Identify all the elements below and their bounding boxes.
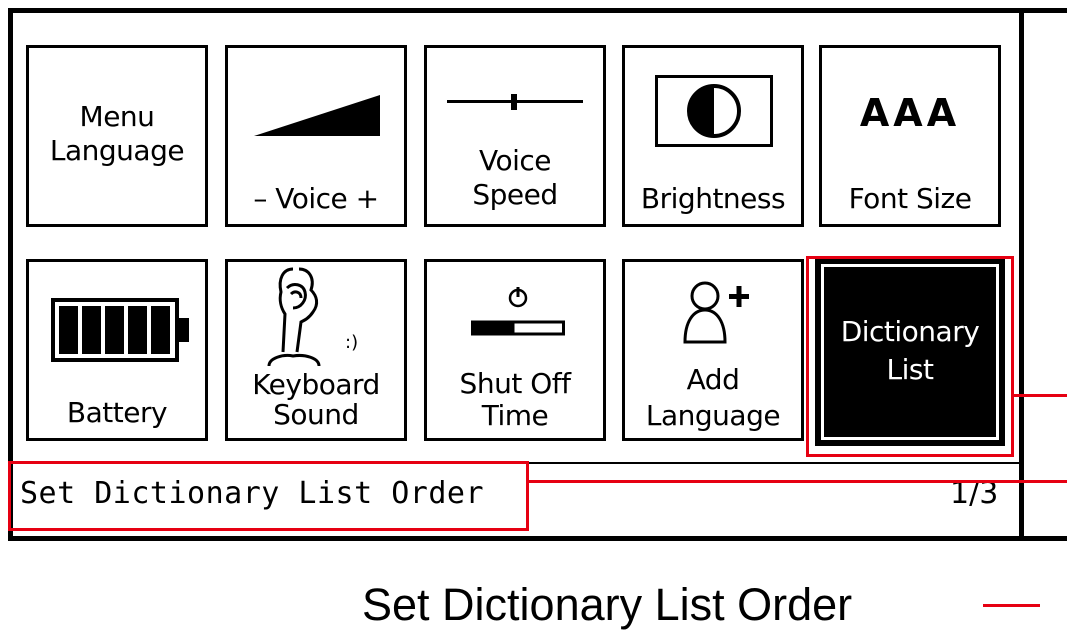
battery-cell bbox=[105, 306, 124, 354]
contrast-icon bbox=[655, 75, 773, 147]
tile-add-language[interactable]: Add Language bbox=[622, 259, 804, 441]
highlight-box-status-text bbox=[8, 461, 529, 531]
callout-line-status-text bbox=[529, 480, 1067, 483]
keyboard-sound-icon: :) bbox=[267, 267, 358, 367]
speed-slider-icon bbox=[447, 94, 583, 110]
battery-cell bbox=[82, 306, 101, 354]
tile-menu-language[interactable]: Menu Language bbox=[26, 45, 208, 227]
tile-voice-volume[interactable]: – Voice + bbox=[225, 45, 407, 227]
battery-icon bbox=[51, 298, 189, 362]
tile-label: Menu Language bbox=[49, 100, 185, 167]
tile-label: Keyboard Sound bbox=[252, 368, 380, 431]
tile-label: Voice Speed bbox=[472, 144, 558, 211]
tile-label: Add Language bbox=[645, 363, 781, 432]
caption-callout-line bbox=[983, 604, 1040, 607]
tile-label: Shut Off Time bbox=[459, 367, 571, 432]
battery-cell bbox=[59, 306, 78, 354]
volume-ramp-icon bbox=[254, 95, 380, 136]
tile-battery[interactable]: Battery bbox=[26, 259, 208, 441]
tile-label: Font Size bbox=[848, 182, 972, 215]
tile-font-size[interactable]: AAA Font Size bbox=[819, 45, 1001, 227]
callout-line-dictionary-list bbox=[1014, 394, 1067, 397]
tile-voice-speed[interactable]: Voice Speed bbox=[424, 45, 606, 227]
tile-label: Battery bbox=[66, 396, 168, 429]
add-user-icon bbox=[683, 281, 749, 344]
font-size-icon: AAA bbox=[859, 91, 961, 135]
tile-brightness[interactable]: Brightness bbox=[622, 45, 804, 227]
tile-label: – Voice + bbox=[253, 182, 379, 215]
power-timer-icon bbox=[471, 287, 565, 336]
tile-keyboard-sound[interactable]: :) Keyboard Sound bbox=[225, 259, 407, 441]
battery-cell bbox=[128, 306, 147, 354]
tile-shut-off-time[interactable]: Shut Off Time bbox=[424, 259, 606, 441]
caption-text: Set Dictionary List Order bbox=[362, 579, 853, 630]
highlight-box-dictionary-list bbox=[806, 256, 1014, 457]
svg-text::): :) bbox=[345, 332, 358, 353]
battery-cell bbox=[151, 306, 170, 354]
tile-label: Brightness bbox=[640, 182, 786, 215]
